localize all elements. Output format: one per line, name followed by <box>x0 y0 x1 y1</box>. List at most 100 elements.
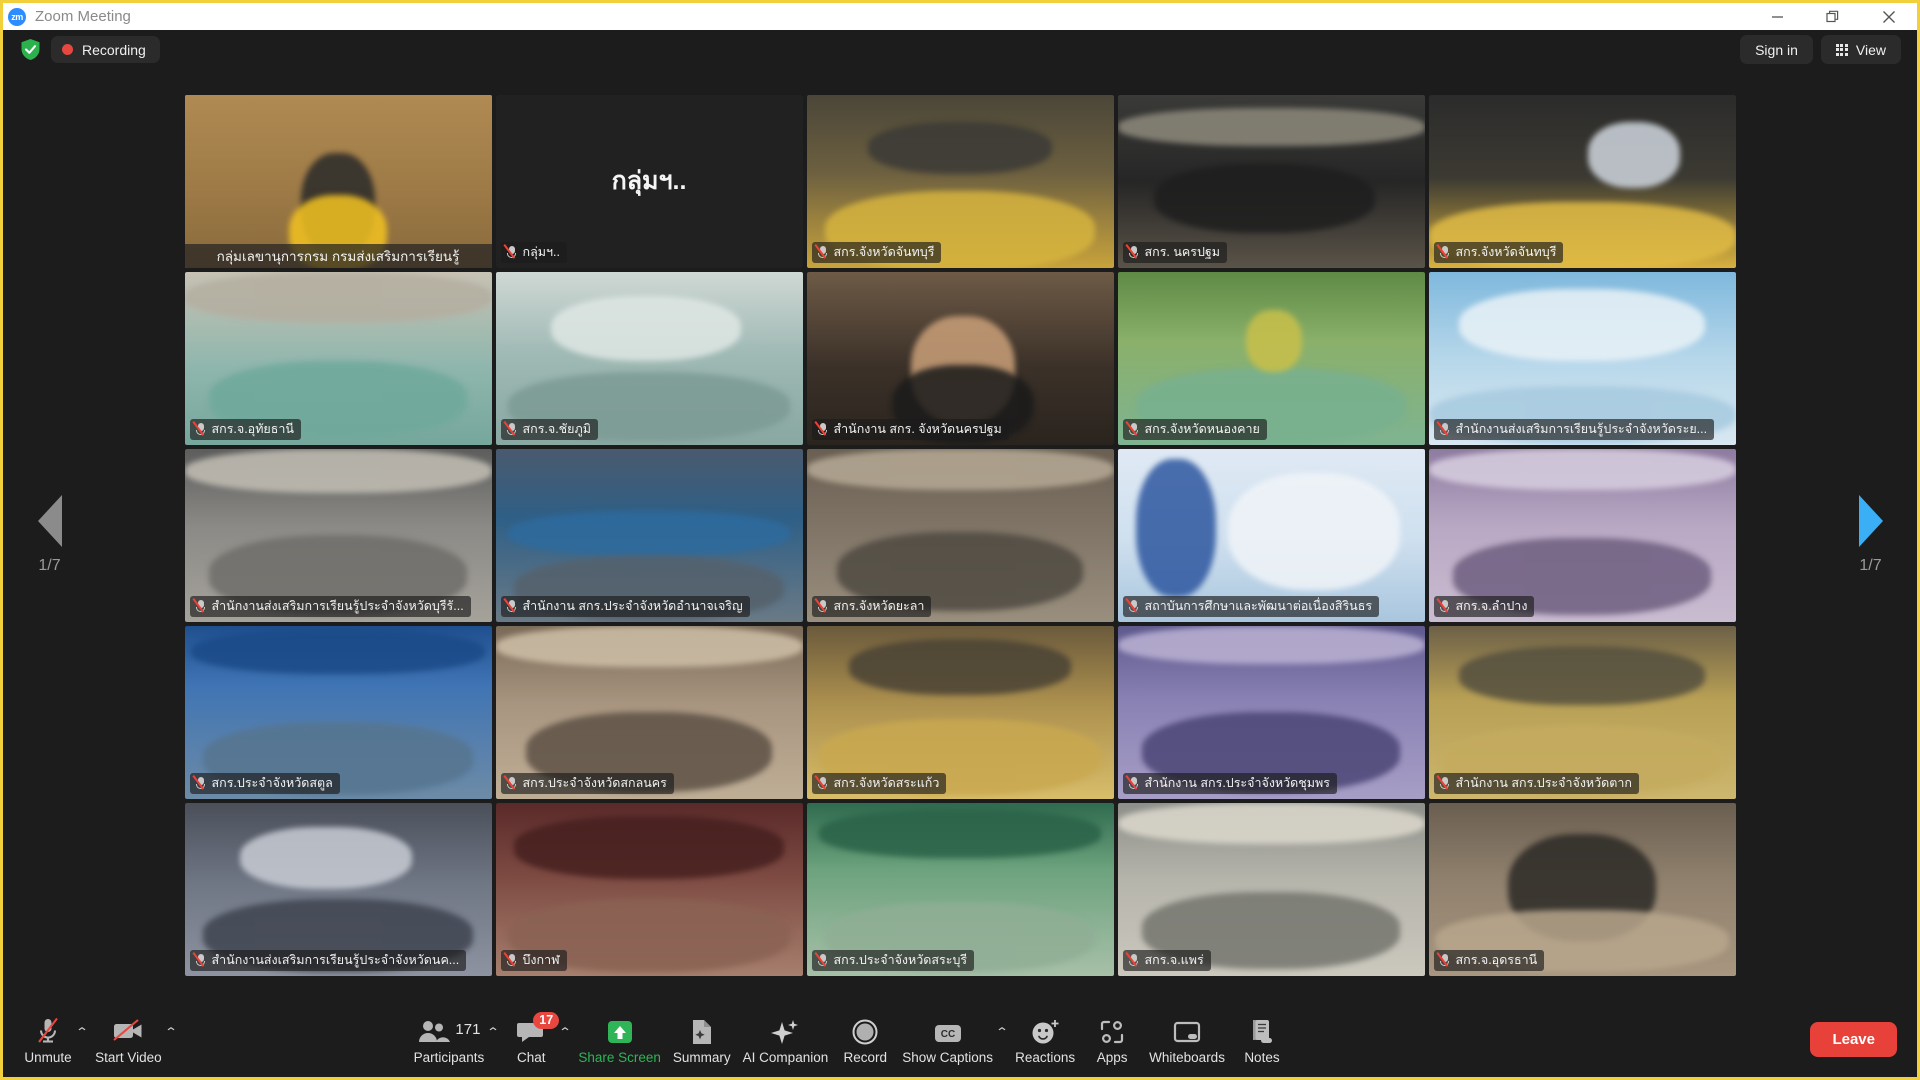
encryption-shield-icon[interactable] <box>19 38 41 62</box>
video-tile[interactable]: สกร.จ.แพร่ <box>1117 802 1425 976</box>
apps-button[interactable]: Apps <box>1081 1012 1143 1067</box>
participant-name-bar: สกร.จังหวัดหนองคาย <box>1122 418 1267 440</box>
video-tile[interactable]: สกร.จ.อุดรธานี <box>1428 802 1736 976</box>
participant-name-bar: กลุ่มฯ.. <box>500 241 567 263</box>
audio-options-chevron-icon[interactable]: ⌃ <box>75 1025 89 1039</box>
participant-name-bar: สำนักงานส่งเสริมการเรียนรู้ประจำจังหวัดน… <box>189 949 467 971</box>
participant-name: สำนักงาน สกร. จังหวัดนครปฐม <box>833 422 1002 436</box>
next-page-arrow-icon[interactable] <box>1858 495 1883 547</box>
previous-page-control[interactable]: 1/7 <box>3 495 96 575</box>
captions-options-chevron-icon[interactable]: ⌃ <box>995 1025 1009 1039</box>
video-shape <box>1588 122 1681 188</box>
leave-button[interactable]: Leave <box>1810 1021 1897 1057</box>
close-icon[interactable] <box>1861 3 1917 30</box>
participant-name: สกร.ประจำจังหวัดสตูล <box>211 776 333 790</box>
summary-icon <box>690 1016 714 1046</box>
video-tile[interactable]: สกร.จังหวัดจันทบุรี <box>1428 94 1736 268</box>
chat-button[interactable]: 17 Chat <box>500 1011 562 1067</box>
video-tile[interactable]: กลุ่มฯ.. กลุ่มฯ.. <box>495 94 803 268</box>
chat-options-chevron-icon[interactable]: ⌃ <box>559 1025 573 1039</box>
share-screen-label: Share Screen <box>578 1049 661 1065</box>
video-tile[interactable]: สำนักงานส่งเสริมการเรียนรู้ประจำจังหวัดร… <box>1428 271 1736 445</box>
video-tile[interactable]: สกร.จังหวัดสระแก้ว <box>806 625 1114 799</box>
participants-options-chevron-icon[interactable]: ⌃ <box>486 1025 500 1039</box>
previous-page-arrow-icon[interactable] <box>37 495 62 547</box>
video-tile[interactable]: สกร.จังหวัดยะลา <box>806 448 1114 622</box>
video-tile[interactable]: สกร.จ.ชัยภูมิ <box>495 271 803 445</box>
recording-label: Recording <box>82 41 146 58</box>
participant-name-bar: บึงกาฬ <box>500 949 567 971</box>
maximize-icon[interactable] <box>1805 3 1861 30</box>
video-tile[interactable]: กลุ่มเลขานุการกรม กรมส่งเสริมการเรียนรู้ <box>184 94 492 268</box>
video-tile[interactable]: สกร.จ.อุทัยธานี <box>184 271 492 445</box>
notes-icon <box>1249 1016 1275 1046</box>
participant-name-bar: สกร.ประจำจังหวัดสตูล <box>189 772 340 794</box>
unmute-label: Unmute <box>24 1049 72 1065</box>
summary-button[interactable]: Summary <box>667 1012 737 1067</box>
leave-label: Leave <box>1832 1030 1875 1048</box>
view-button[interactable]: View <box>1820 35 1901 64</box>
video-shape <box>806 448 1114 491</box>
video-tile[interactable]: สกร.ประจำจังหวัดสกลนคร <box>495 625 803 799</box>
apps-label: Apps <box>1096 1049 1128 1065</box>
video-shape <box>867 122 1053 175</box>
video-tile[interactable]: สกร.จังหวัดหนองคาย <box>1117 271 1425 445</box>
video-tile[interactable]: สถาบันการศึกษาและพัฒนาต่อเนื่องสิรินธร <box>1117 448 1425 622</box>
video-tile[interactable]: สกร.จ.ลำปาง <box>1428 448 1736 622</box>
video-tile[interactable]: สำนักงาน สกร.ประจำจังหวัดอำนาจเจริญ <box>495 448 803 622</box>
participants-icon: 171 <box>417 1016 480 1046</box>
participant-name: สำนักงานส่งเสริมการเรียนรู้ประจำจังหวัดน… <box>211 953 460 967</box>
video-shape <box>1228 472 1400 591</box>
next-page-control[interactable]: 1/7 <box>1824 495 1917 575</box>
ai-sparkle-icon <box>770 1016 800 1046</box>
start-video-button[interactable]: Start Video <box>89 1012 168 1067</box>
show-captions-button[interactable]: CC Show Captions <box>896 1012 999 1067</box>
view-label: View <box>1855 41 1886 58</box>
whiteboards-button[interactable]: Whiteboards <box>1143 1012 1231 1067</box>
recording-indicator[interactable]: Recording <box>51 36 160 63</box>
video-tile[interactable]: สำนักงานส่งเสริมการเรียนรู้ประจำจังหวัดบ… <box>184 448 492 622</box>
microphone-muted-icon <box>814 420 829 437</box>
show-captions-label: Show Captions <box>902 1049 994 1065</box>
sign-in-label: Sign in <box>1755 41 1798 58</box>
minimize-icon[interactable] <box>1749 3 1805 30</box>
video-tile[interactable]: สกร.จังหวัดจันทบุรี <box>806 94 1114 268</box>
participant-name-bar: สกร.ประจำจังหวัดสระบุรี <box>811 949 975 971</box>
ai-companion-button[interactable]: AI Companion <box>737 1012 835 1067</box>
chat-icon: 17 <box>516 1011 560 1046</box>
notes-button[interactable]: Notes <box>1231 1012 1293 1067</box>
recording-dot-icon <box>62 44 73 55</box>
chat-unread-badge: 17 <box>533 1011 560 1029</box>
topbar-actions: Sign in View <box>1740 35 1901 64</box>
share-screen-icon <box>606 1016 634 1046</box>
record-label: Record <box>843 1049 887 1065</box>
participant-name: สกร. นครปฐม <box>1144 245 1221 259</box>
sign-in-button[interactable]: Sign in <box>1740 35 1813 64</box>
video-tile[interactable]: สำนักงาน สกร. จังหวัดนครปฐม <box>806 271 1114 445</box>
zoom-meeting-window: zm Zoom Meeting Recording Sign in View 1… <box>0 0 1920 1080</box>
video-shape <box>849 639 1071 695</box>
participants-button[interactable]: 171 Participants <box>408 1012 491 1067</box>
video-options-chevron-icon[interactable]: ⌃ <box>164 1025 178 1039</box>
video-tile[interactable]: สกร. นครปฐม <box>1117 94 1425 268</box>
chat-control-group: 17 Chat ⌃ <box>500 1011 573 1067</box>
video-tile[interactable]: สำนักงานส่งเสริมการเรียนรู้ประจำจังหวัดน… <box>184 802 492 976</box>
share-screen-button[interactable]: Share Screen <box>572 1012 667 1067</box>
video-tile[interactable]: บึงกาฬ <box>495 802 803 976</box>
video-tile[interactable]: สำนักงาน สกร.ประจำจังหวัดชุมพร <box>1117 625 1425 799</box>
microphone-muted-icon <box>192 420 207 437</box>
unmute-button[interactable]: Unmute <box>17 1012 79 1067</box>
microphone-muted-icon <box>1125 774 1140 791</box>
participant-name: สกร.จังหวัดสระแก้ว <box>833 776 940 790</box>
video-tile[interactable]: สกร.ประจำจังหวัดสระบุรี <box>806 802 1114 976</box>
reactions-button[interactable]: Reactions <box>1009 1012 1081 1067</box>
video-tile[interactable]: สกร.ประจำจังหวัดสตูล <box>184 625 492 799</box>
microphone-muted-icon <box>503 951 518 968</box>
microphone-muted-icon <box>192 774 207 791</box>
video-shape <box>184 271 492 324</box>
video-shape <box>184 448 492 494</box>
participant-name-bar: สกร.จ.อุดรธานี <box>1433 949 1545 971</box>
participant-name: สกร.ประจำจังหวัดสกลนคร <box>522 776 667 790</box>
video-tile[interactable]: สำนักงาน สกร.ประจำจังหวัดตาก <box>1428 625 1736 799</box>
record-button[interactable]: Record <box>834 1012 896 1067</box>
